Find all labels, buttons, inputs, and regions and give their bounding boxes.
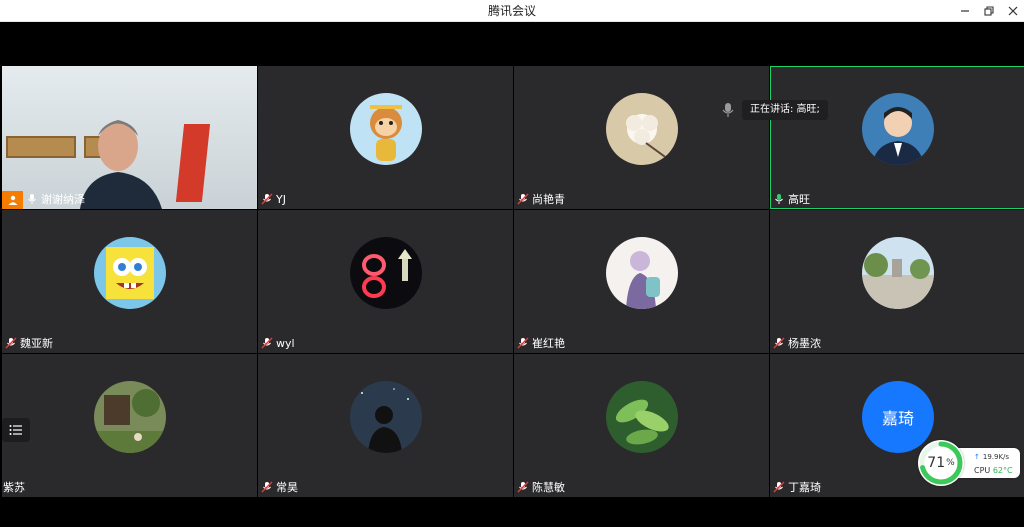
participant-tile[interactable]: 陈慧敏	[514, 354, 769, 497]
participant-grid: 谢谢纳泽 YJ 尚艳青 高旺 魏亚新 wyl 崔红艳 杨墨浓 紫苏 常昊 陈慧敏…	[0, 66, 1024, 498]
participant-nameplate: 魏亚新	[5, 335, 53, 351]
participant-tile[interactable]: 魏亚新	[2, 210, 257, 353]
mic-muted-icon	[517, 481, 529, 493]
participant-tile[interactable]: 尚艳青	[514, 66, 769, 209]
participant-name: 紫苏	[3, 481, 25, 494]
night-lights-avatar	[350, 237, 422, 309]
participant-name: 魏亚新	[20, 337, 53, 350]
mic-active-icon	[773, 193, 785, 205]
participant-name: 谢谢纳泽	[41, 193, 85, 206]
speaking-indicator: 正在讲话: 高旺;	[742, 100, 828, 120]
restore-icon	[984, 6, 994, 16]
upload-arrow-icon: ↑	[974, 453, 980, 461]
monkey-avatar	[350, 93, 422, 165]
participant-tile[interactable]: 紫苏	[2, 354, 257, 497]
participant-tile[interactable]: YJ	[258, 66, 513, 209]
participant-nameplate: 谢谢纳泽	[26, 191, 85, 207]
title-bar: 腾讯会议	[0, 0, 1024, 22]
person-video-feed	[80, 120, 162, 209]
participant-name: 崔红艳	[532, 337, 565, 350]
participant-tile[interactable]: 崔红艳	[514, 210, 769, 353]
close-button[interactable]	[998, 0, 1024, 22]
spongebob-avatar	[94, 237, 166, 309]
speaking-microphone-icon	[722, 103, 734, 117]
cpu-temperature: CPU 62°C	[974, 466, 1013, 475]
cpu-temp-value: 62°C	[992, 466, 1013, 475]
network-speed: ↑ 19.9K/s	[974, 453, 1009, 461]
participant-name: YJ	[276, 192, 286, 206]
mic-muted-icon	[773, 337, 785, 349]
participant-nameplate: 陈慧敏	[517, 479, 565, 495]
participant-name: 杨墨浓	[788, 337, 821, 350]
participant-nameplate: YJ	[261, 191, 286, 207]
participant-name: wyl	[276, 336, 295, 350]
usage-percent-value: 71	[927, 455, 946, 471]
mic-muted-icon	[5, 337, 17, 349]
participant-name: 常昊	[276, 481, 298, 494]
host-badge	[2, 191, 23, 209]
garden-avatar	[94, 381, 166, 453]
participant-tile[interactable]: 常昊	[258, 354, 513, 497]
wall-boards	[6, 136, 76, 158]
participant-name: 陈慧敏	[532, 481, 565, 494]
cpu-label: CPU	[974, 466, 991, 475]
participant-nameplate: 丁嘉琦	[773, 479, 821, 495]
mic-muted-icon	[261, 193, 273, 205]
flower-avatar	[606, 93, 678, 165]
mic-muted-icon	[517, 337, 529, 349]
participant-tile-speaking[interactable]: 高旺	[770, 66, 1024, 209]
leaves-avatar	[606, 381, 678, 453]
network-speed-value: 19.9K/s	[982, 453, 1010, 461]
mic-muted-icon	[261, 481, 273, 493]
participant-list-button[interactable]	[2, 418, 30, 442]
usage-percent: 71%	[918, 440, 964, 486]
host-icon	[8, 195, 17, 205]
mic-muted-icon	[517, 193, 529, 205]
participant-tile[interactable]: wyl	[258, 210, 513, 353]
night-sky-avatar	[350, 381, 422, 453]
mic-muted-icon	[261, 337, 273, 349]
participant-name: 高旺	[788, 193, 810, 206]
list-icon	[9, 425, 22, 435]
mic-muted-icon	[773, 481, 785, 493]
participant-nameplate: 常昊	[261, 479, 298, 495]
meeting-window: 腾讯会议 谢谢纳泽 YJ 尚艳青 高旺 魏亚新 wyl 崔红艳 杨墨浓 紫苏 常…	[0, 0, 1024, 527]
participant-nameplate: 高旺	[773, 191, 810, 207]
participant-tile-video[interactable]: 谢谢纳泽	[2, 66, 257, 209]
minimize-icon	[961, 10, 969, 12]
participant-nameplate: wyl	[261, 335, 295, 351]
window-title: 腾讯会议	[487, 4, 536, 18]
anime-girl-avatar	[606, 237, 678, 309]
performance-widget[interactable]: 71% ↑ 19.9K/s CPU 62°C	[918, 440, 1022, 486]
usage-percent-unit: %	[946, 458, 955, 468]
participant-nameplate: 杨墨浓	[773, 335, 821, 351]
participant-nameplate: 崔红艳	[517, 335, 565, 351]
participant-name: 丁嘉琦	[788, 481, 821, 494]
close-icon	[1008, 6, 1018, 16]
microphone-icon	[26, 193, 38, 205]
participant-tile[interactable]: 杨墨浓	[770, 210, 1024, 353]
participant-nameplate: 尚艳青	[517, 191, 565, 207]
man-avatar	[862, 93, 934, 165]
participant-name: 尚艳青	[532, 193, 565, 206]
participant-nameplate: 紫苏	[3, 479, 25, 495]
park-avatar	[862, 237, 934, 309]
